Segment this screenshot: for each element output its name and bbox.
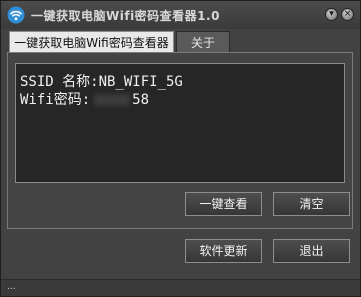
resize-grip[interactable]: ... [7, 282, 16, 292]
status-bar: ... [1, 279, 360, 296]
password-suffix: 58 [132, 92, 150, 108]
update-button[interactable]: 软件更新 [185, 239, 262, 263]
password-label: Wifi密码: [20, 92, 91, 108]
clear-button[interactable]: 清空 [273, 192, 350, 216]
password-line: Wifi密码: 58 [20, 91, 340, 109]
tab-panel: SSID 名称:NB_WIFI_5G Wifi密码: 58 一键查看 清空 [7, 52, 353, 229]
exit-button[interactable]: 退出 [273, 239, 350, 263]
title-bar[interactable]: 一键获取电脑Wifi密码查看器1.0 ▾ × [1, 1, 360, 29]
window-title: 一键获取电脑Wifi密码查看器1.0 [31, 9, 220, 23]
minimize-button[interactable]: ▾ [325, 8, 338, 21]
ssid-line: SSID 名称:NB_WIFI_5G [20, 74, 183, 90]
close-button[interactable]: × [341, 8, 354, 21]
wifi-icon [7, 6, 25, 24]
result-output[interactable]: SSID 名称:NB_WIFI_5G Wifi密码: 58 [15, 63, 345, 183]
tab-wifi-viewer[interactable]: 一键获取电脑Wifi密码查看器 [9, 31, 174, 53]
view-button[interactable]: 一键查看 [185, 192, 262, 216]
tab-about[interactable]: 关于 [176, 31, 230, 53]
app-window: 一键获取电脑Wifi密码查看器1.0 ▾ × 一键获取电脑Wifi密码查看器 关… [0, 0, 361, 297]
password-redaction [94, 94, 131, 106]
